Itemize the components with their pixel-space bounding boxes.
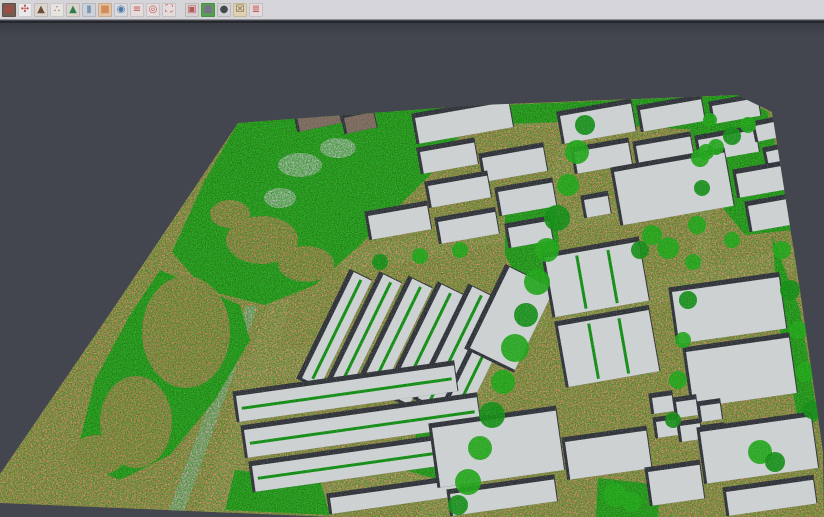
classify-points-icon[interactable]: ▦ [2,3,16,17]
3d-viewport[interactable] [0,0,824,517]
classified-map-icon[interactable]: ▦ [201,3,215,17]
application-window: ▦✣▲∴▲▮■◉≡◎⛶▣▦●☒≣ [0,0,824,517]
binoculars-icon[interactable]: ● [217,3,231,17]
crossed-box-icon[interactable]: ☒ [233,3,247,17]
globe-icon[interactable]: ◉ [114,3,128,17]
camera-view-icon[interactable]: ▣ [185,3,199,17]
layer-lines-icon[interactable]: ≣ [249,3,263,17]
green-surface-icon[interactable]: ▲ [66,3,80,17]
circle-select-icon[interactable]: ◎ [146,3,160,17]
scatter-points-icon[interactable]: ∴ [50,3,64,17]
ortho-tile-icon[interactable]: ■ [98,3,112,17]
point-cluster-icon[interactable]: ✣ [18,3,32,17]
section-lines-icon[interactable]: ≡ [130,3,144,17]
fence-select-icon[interactable]: ⛶ [162,3,176,17]
terrain-mound-icon[interactable]: ▲ [34,3,48,17]
main-toolbar: ▦✣▲∴▲▮■◉≡◎⛶▣▦●☒≣ [0,0,824,20]
profile-bar-icon[interactable]: ▮ [82,3,96,17]
